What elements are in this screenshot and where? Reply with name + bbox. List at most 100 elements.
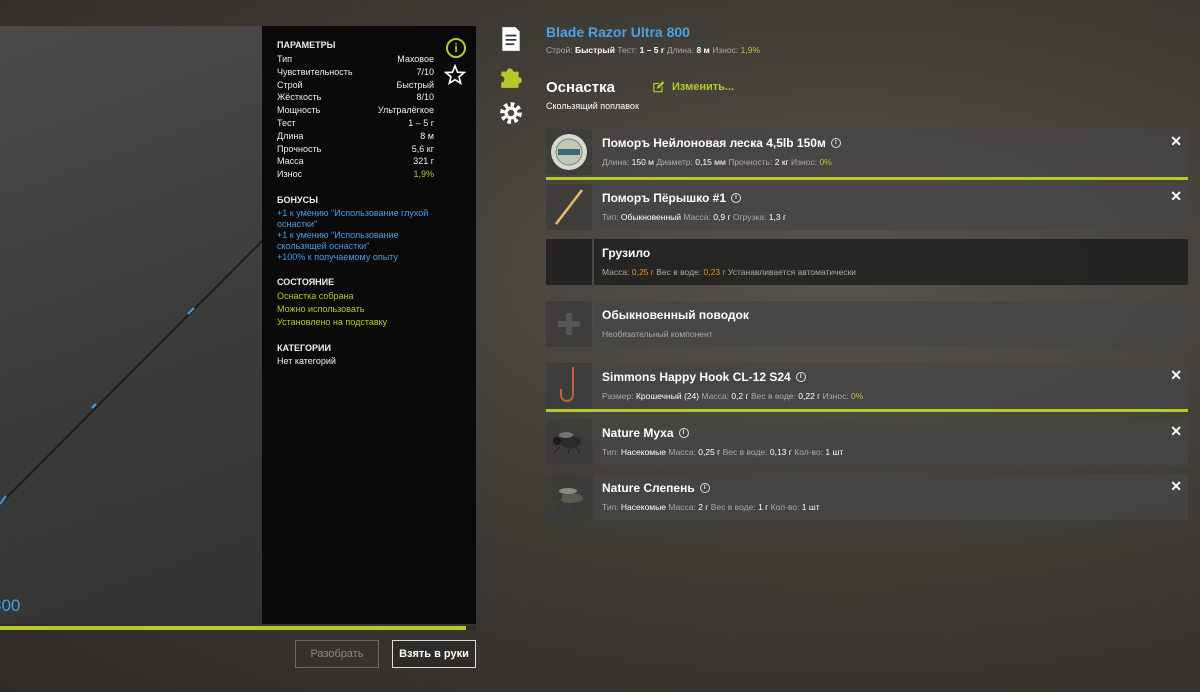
item-name-text: Поморъ Нейлоновая леска 4,5lb 150м <box>602 136 826 150</box>
meta-label: Кол-во: <box>794 447 826 457</box>
meta-label: Огрузка: <box>732 212 769 222</box>
rig-subtitle: Скользящий поплавок <box>546 101 639 111</box>
param-row: Тип Маховое <box>277 53 434 66</box>
meta-value: Насекомые <box>620 447 666 457</box>
line-spool-icon <box>551 134 587 170</box>
meta-value: 0% <box>819 157 832 167</box>
meta-label: Тип: <box>602 447 621 457</box>
meta-label: Прочность: <box>728 157 775 167</box>
disassemble-button[interactable]: Разобрать <box>295 640 379 668</box>
rig-title: Оснастка <box>546 79 615 96</box>
plus-icon[interactable] <box>546 301 592 347</box>
section-divider <box>546 409 1188 412</box>
param-label: Мощность <box>277 105 321 116</box>
item-meta: Длина: 150 м Диаметр: 0,15 мм Прочность:… <box>602 157 1180 167</box>
rig-item[interactable]: Грузило Масса: 0,25 г Вес в воде: 0,23 г … <box>546 239 1188 285</box>
item-body: Грузило Масса: 0,25 г Вес в воде: 0,23 г … <box>594 239 1188 285</box>
durability-fill <box>0 626 467 630</box>
edit-rig-button[interactable]: Изменить... <box>651 80 734 94</box>
param-value: 7/10 <box>416 66 434 77</box>
item-meta: Тип: Насекомые Масса: 0,25 г Вес в воде:… <box>602 447 1180 457</box>
rig-item[interactable]: Обыкновенный поводок Необязательный компо… <box>546 301 1188 347</box>
info-icon[interactable]: i <box>731 193 741 203</box>
item-thumbnail <box>546 419 592 465</box>
edit-icon <box>653 81 665 93</box>
bonus-item: +1 к умению "Использование глухой оснаст… <box>277 207 429 229</box>
meta-label: Масса: <box>602 267 632 277</box>
rig-item[interactable]: Nature Муха i Тип: Насекомые Масса: 0,25 г… <box>546 419 1188 465</box>
meta-label: Размер: <box>602 391 636 401</box>
info-icon[interactable]: i <box>678 428 689 438</box>
item-name-text: Nature Муха <box>602 426 674 440</box>
meta-value: 2 кг <box>774 157 789 167</box>
meta-value: 0,2 г <box>731 391 749 401</box>
rig-item[interactable]: Поморъ Нейлоновая леска 4,5lb 150м i Длина… <box>546 129 1188 175</box>
close-icon[interactable]: ✕ <box>1170 423 1182 440</box>
meta-value: 0,13 г <box>769 447 792 457</box>
item-name-text: Поморъ Пёрышко #1 <box>602 191 726 205</box>
item-name: Simmons Happy Hook CL-12 S24 i <box>602 370 1180 384</box>
param-rows: Тип Маховое Чувствительность 7/10 Строй Быстр… <box>277 53 461 181</box>
item-body: Simmons Happy Hook CL-12 S24 i Размер: Кро… <box>594 363 1188 409</box>
close-icon[interactable]: ✕ <box>1170 133 1182 150</box>
rig-item[interactable]: Simmons Happy Hook CL-12 S24 i Размер: Кро… <box>546 363 1188 409</box>
item-thumbnail <box>546 129 592 175</box>
item-name: Грузило <box>602 246 1180 260</box>
meta-value: 0,25 г <box>698 447 721 457</box>
param-label: Чувствительность <box>277 66 353 77</box>
param-row: Износ 1,9% <box>277 168 434 181</box>
puzzle-icon[interactable] <box>498 63 524 89</box>
info-icon[interactable]: i <box>830 138 841 148</box>
info-icon[interactable]: i <box>795 372 806 382</box>
meta-label: Масса: <box>668 447 699 457</box>
param-value: Быстрый <box>396 79 435 90</box>
item-name: Nature Муха i <box>602 426 1180 440</box>
meta-label: Кол-во: <box>770 502 802 512</box>
item-meta: Масса: 0,25 г Вес в воде: 0,23 г Устанав… <box>602 267 1180 277</box>
meta-label: Износ: <box>791 157 820 167</box>
rod-preview-name: 800 <box>0 596 21 615</box>
rod-subtitle: Строй: Быстрый Тест: 1 – 5 г Длина: 8 м … <box>546 45 760 55</box>
take-in-hands-button[interactable]: Взять в руки <box>392 640 476 668</box>
meta-value: 0,23 г <box>703 267 726 277</box>
meta-value: 150 м <box>631 157 654 167</box>
gear-icon[interactable] <box>498 100 524 126</box>
document-icon[interactable] <box>498 26 524 52</box>
item-name: Поморъ Нейлоновая леска 4,5lb 150м i <box>602 136 1180 150</box>
bonus-item: +100% к получаемому опыту <box>277 251 398 262</box>
float-icon <box>554 189 584 225</box>
meta-value: 1,3 г <box>768 212 787 222</box>
rig-item[interactable]: Nature Слепень i Тип: Насекомые Масса: 2 г… <box>546 474 1188 520</box>
star-icon[interactable] <box>444 64 466 86</box>
meta-value: 0,22 г <box>798 391 821 401</box>
item-meta: Тип: Обыкновенный Масса: 0,9 г Огрузка: … <box>602 212 1180 222</box>
param-row: Масса 321 г <box>277 155 434 168</box>
info-icon[interactable]: i <box>699 483 710 493</box>
meta-value: Крошечный (24) <box>635 391 700 401</box>
item-name: Nature Слепень i <box>602 481 1180 495</box>
item-thumbnail <box>546 363 592 409</box>
close-icon[interactable]: ✕ <box>1170 478 1182 495</box>
param-label: Износ <box>277 169 303 180</box>
item-thumbnail <box>546 184 592 230</box>
horsefly-icon <box>554 488 583 509</box>
rig-item[interactable]: Поморъ Пёрышко #1 i Тип: Обыкновенный Масс… <box>546 184 1188 230</box>
item-body: Поморъ Пёрышко #1 i Тип: Обыкновенный Масс… <box>594 184 1188 230</box>
meta-label: Тип: <box>602 502 621 512</box>
close-icon[interactable]: ✕ <box>1170 367 1182 384</box>
meta-label: Тип: <box>602 212 621 222</box>
item-name: Обыкновенный поводок <box>602 308 1180 322</box>
info-icon[interactable]: i <box>446 38 466 58</box>
item-note: Необязательный компонент <box>602 329 713 339</box>
item-name: Поморъ Пёрышко #1 i <box>602 191 1180 205</box>
param-value: Маховое <box>397 54 434 64</box>
item-thumbnail <box>546 474 592 520</box>
param-label: Тест <box>277 117 296 128</box>
meta-value: Насекомые <box>620 502 666 512</box>
item-thumbnail <box>546 239 592 285</box>
item-meta: Необязательный компонент <box>602 329 1180 339</box>
close-icon[interactable]: ✕ <box>1170 188 1182 205</box>
item-body: Поморъ Нейлоновая леска 4,5lb 150м i Длина… <box>594 129 1188 175</box>
item-name-text: Грузило <box>602 246 651 260</box>
rod-image <box>0 240 262 505</box>
